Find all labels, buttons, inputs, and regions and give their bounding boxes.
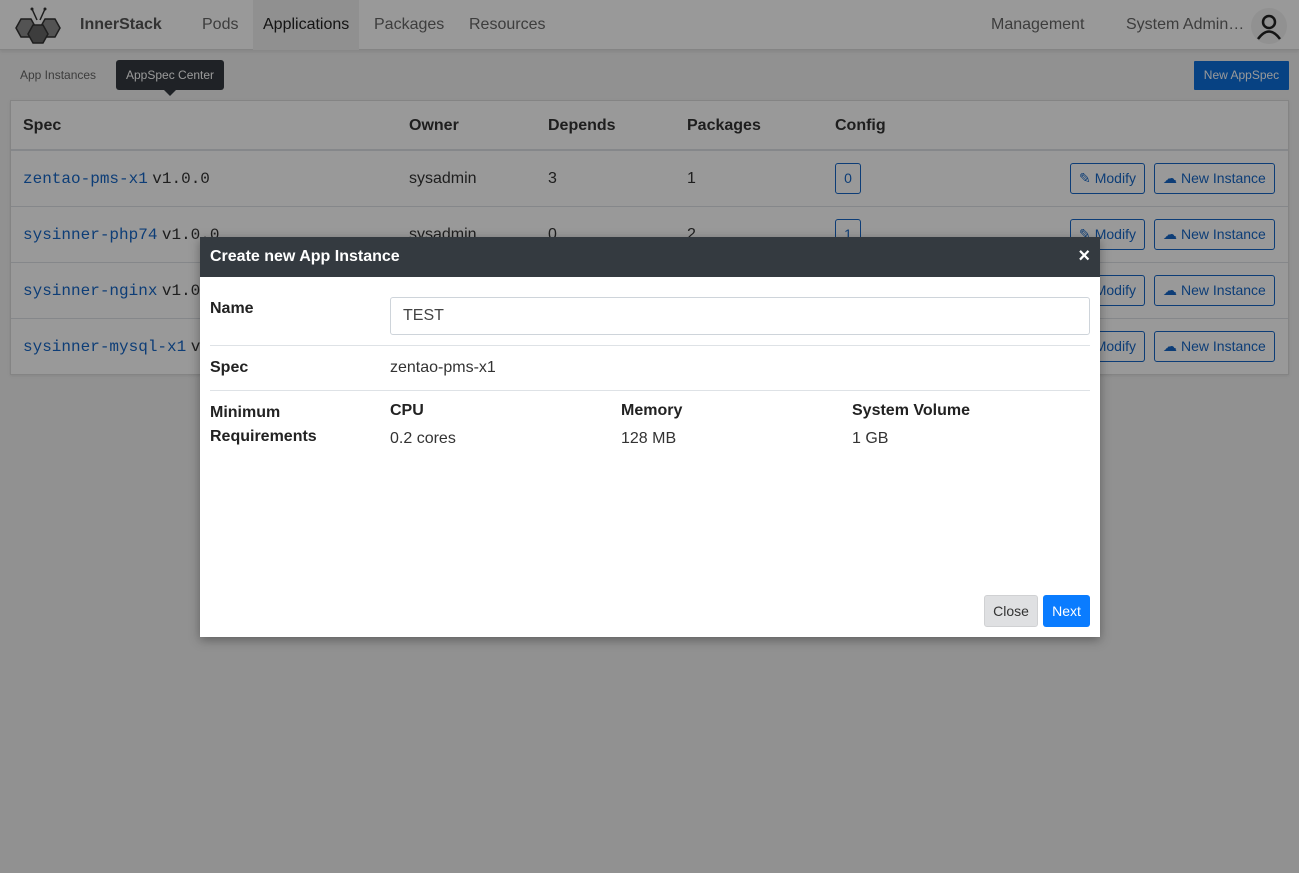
memory-value: 128 MB: [621, 430, 677, 447]
spec-row: Spec zentao-pms-x1: [210, 346, 1090, 391]
requirements-row: Minimum Requirements CPU 0.2 cores Memor…: [210, 391, 1090, 471]
next-button[interactable]: Next: [1043, 595, 1090, 627]
modal-header: Create new App Instance ×: [200, 237, 1100, 277]
memory-label: Memory: [621, 402, 683, 419]
cpu-value: 0.2 cores: [390, 430, 456, 447]
close-icon[interactable]: ×: [1078, 246, 1090, 266]
spec-label: Spec: [210, 359, 249, 376]
volume-requirement: System Volume 1 GB: [852, 399, 1072, 451]
volume-label: System Volume: [852, 402, 970, 419]
spec-value: zentao-pms-x1: [390, 359, 496, 376]
requirements-label: Minimum Requirements: [210, 404, 317, 445]
cpu-requirement: CPU 0.2 cores: [390, 399, 610, 451]
name-label: Name: [210, 300, 254, 317]
name-input[interactable]: [390, 297, 1090, 335]
create-instance-modal: Create new App Instance × Name Spec zent…: [200, 237, 1100, 637]
name-row: Name: [210, 287, 1090, 346]
memory-requirement: Memory 128 MB: [621, 399, 841, 451]
close-button[interactable]: Close: [984, 595, 1038, 627]
modal-title: Create new App Instance: [210, 248, 400, 265]
cpu-label: CPU: [390, 402, 424, 419]
volume-value: 1 GB: [852, 430, 889, 447]
